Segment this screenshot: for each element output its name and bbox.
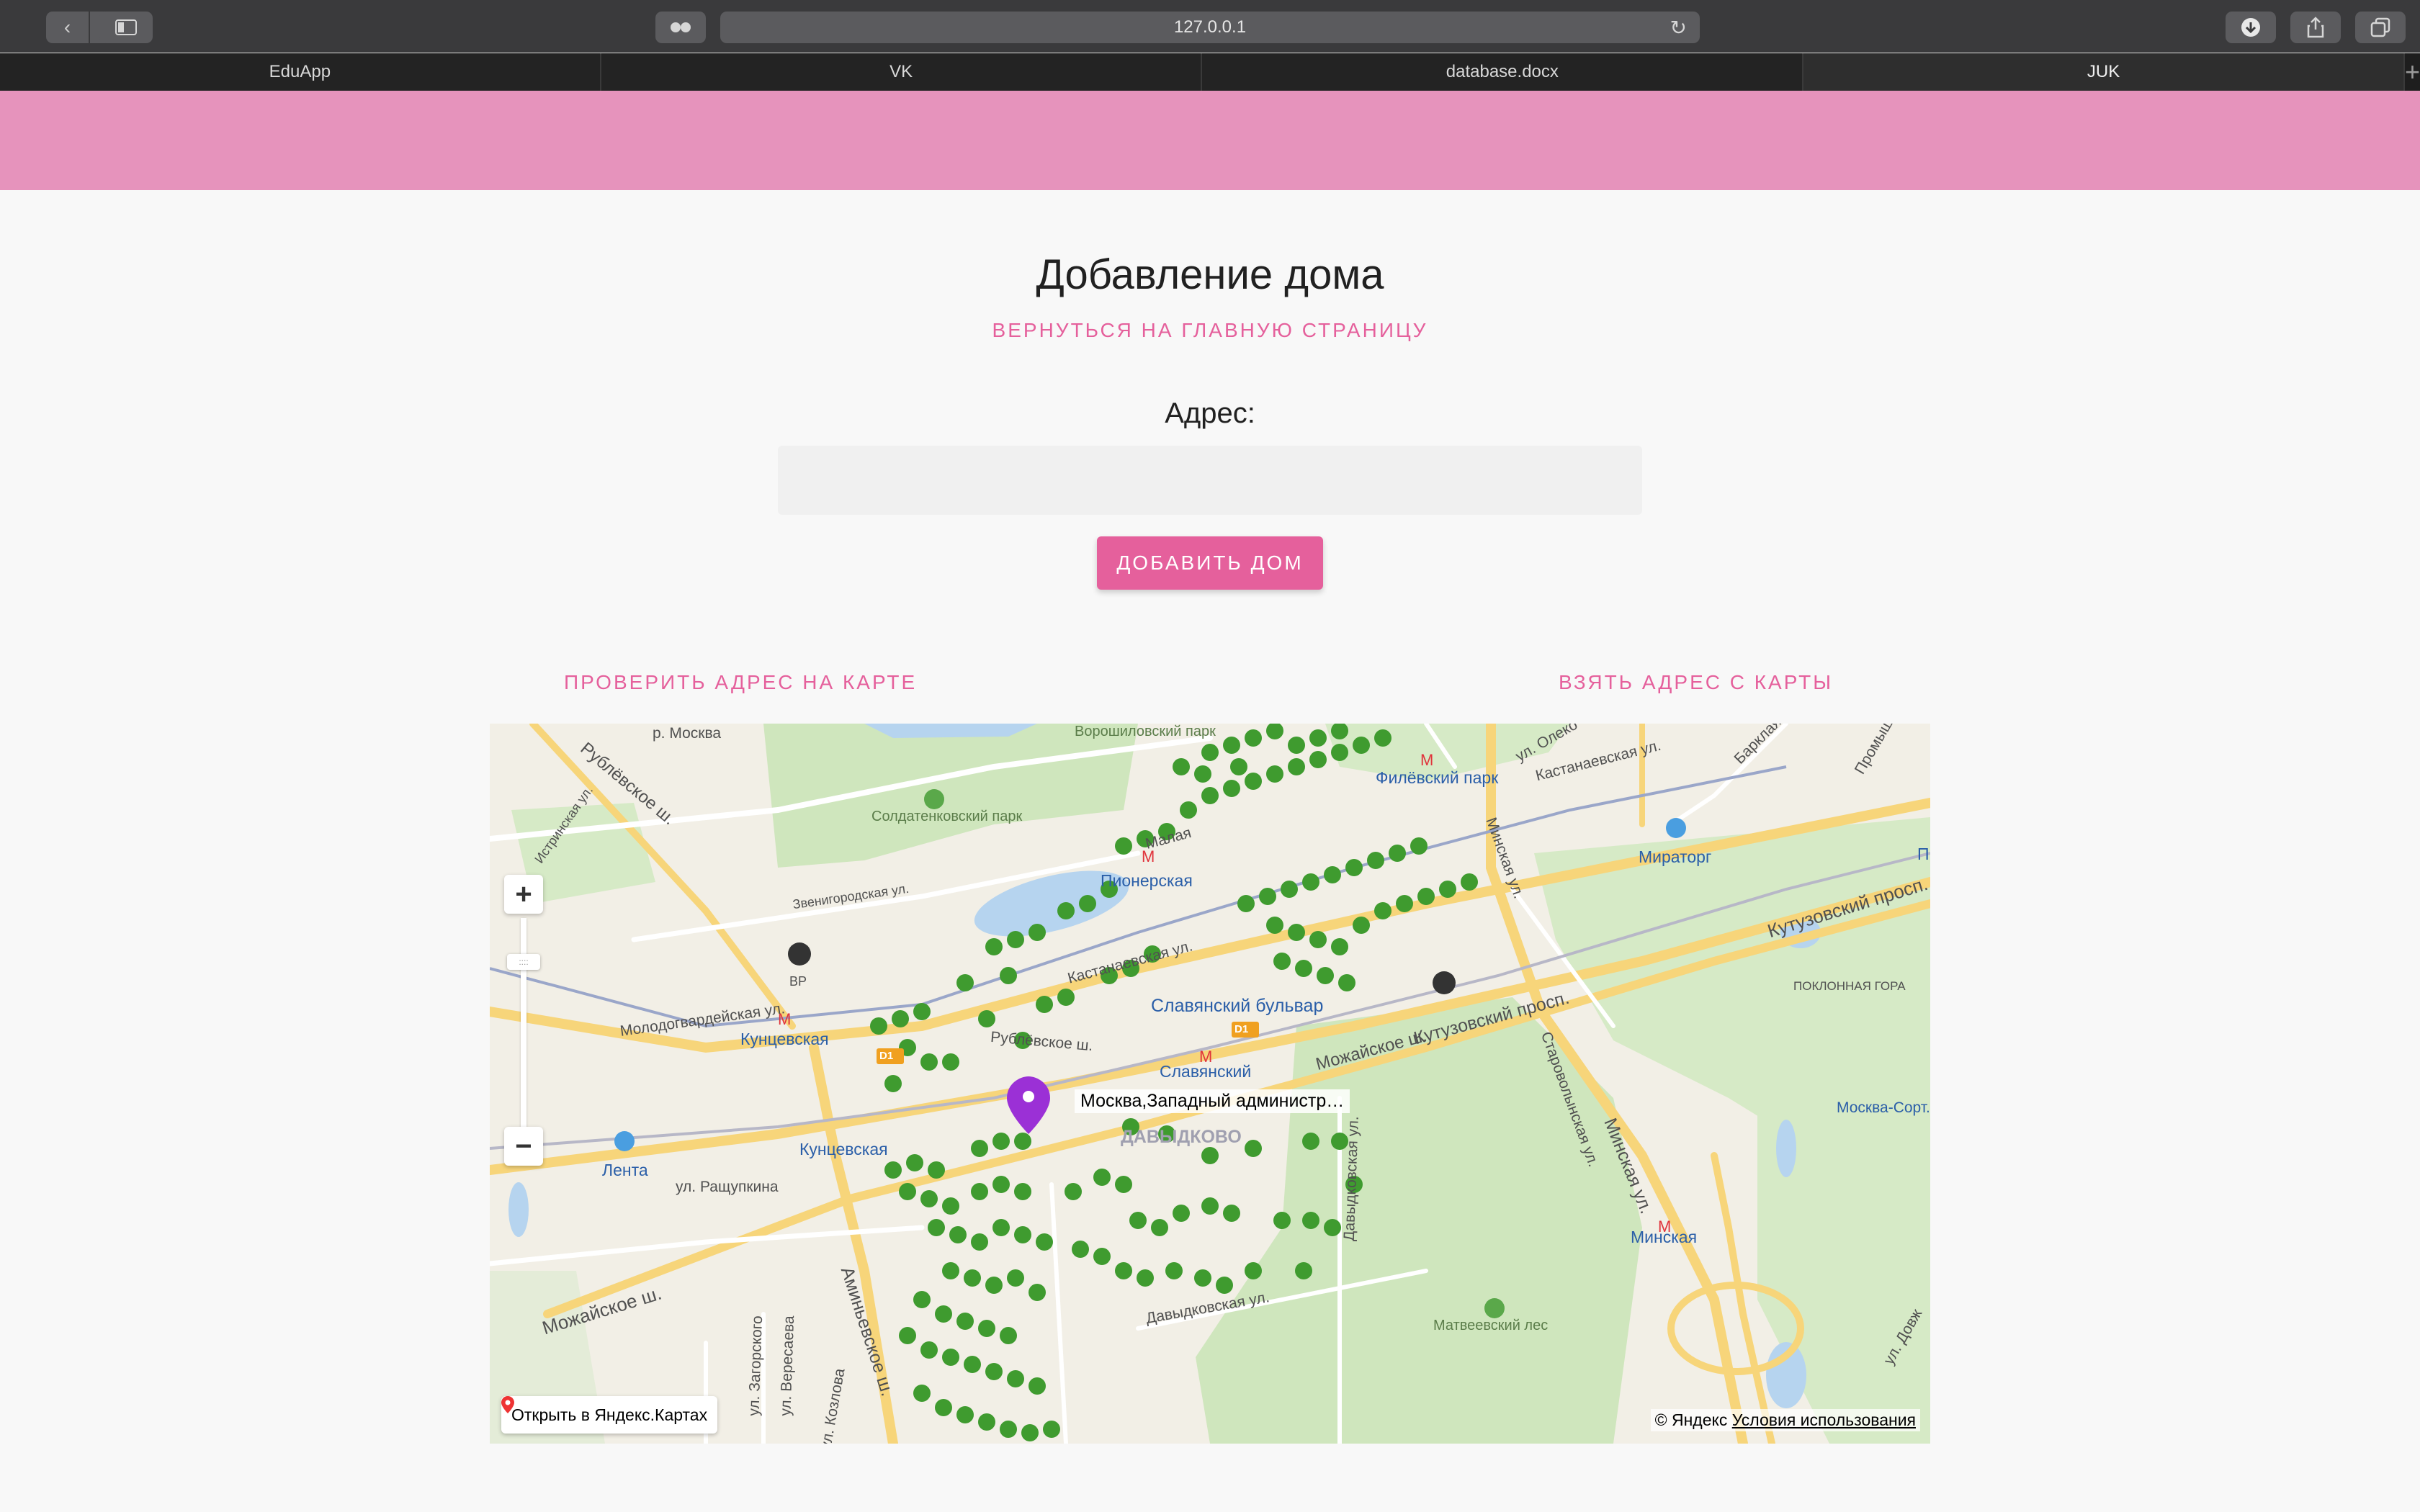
browser-toolbar: ‹ › 127.0.0.1 ↻: [0, 0, 2420, 53]
map-label-zagorskogo: ул. Загорского: [745, 1315, 766, 1417]
zoom-slider-thumb[interactable]: ::::: [507, 954, 540, 970]
map-label-pionerskaya: Пионерская: [1101, 871, 1193, 890]
yandex-map[interactable]: M M M M M р. Москва Ворошиловский парк С…: [490, 724, 1930, 1444]
map-label-soldatenkovsky-park: Солдатенковский парк: [871, 809, 1023, 824]
map-label-kievskaya: Москва-Сорт. Киевская: [1837, 1099, 1930, 1116]
map-label-matveevsky-les: Матвеевский лес: [1433, 1318, 1549, 1333]
sidebar-toggle-icon[interactable]: [99, 12, 153, 43]
back-to-main-link[interactable]: Вернуться на главную страницу: [0, 319, 2420, 342]
tab-vk[interactable]: VK: [601, 53, 1203, 91]
address-label: Адрес:: [1165, 397, 1255, 429]
share-icon[interactable]: [2290, 12, 2341, 43]
map-label-filevsky-park: Филёвский парк: [1376, 768, 1499, 787]
tab-database-docx[interactable]: database.docx: [1202, 53, 1804, 91]
tab-eduapp[interactable]: EduApp: [0, 53, 601, 91]
map-pin-icon: [501, 1396, 514, 1413]
map-label-slavyansky: Славянский: [1160, 1062, 1252, 1081]
address-input[interactable]: [778, 446, 1642, 515]
map-label-voroshilovsky-park: Ворошиловский парк: [1075, 724, 1216, 739]
location-marker-icon[interactable]: [1007, 1076, 1050, 1134]
map-label-miratorg: Мираторг: [1639, 847, 1712, 866]
url-text: 127.0.0.1: [1173, 17, 1247, 37]
new-tab-icon[interactable]: +: [2405, 53, 2420, 91]
map-label-d1-b: D1: [1234, 1023, 1249, 1035]
marker-address-label[interactable]: Москва,Западный администр…: [1075, 1089, 1350, 1113]
reload-icon[interactable]: ↻: [1670, 16, 1687, 40]
tab-bar: EduApp VK database.docx JUK +: [0, 53, 2420, 91]
map-label-moskva-river: р. Москва: [653, 725, 722, 742]
map-label-davydkovo: ДАВЫДКОВО: [1121, 1127, 1242, 1147]
map-label-d1-a: D1: [879, 1050, 894, 1062]
back-nav-icon[interactable]: ‹: [46, 12, 89, 43]
zoom-slider-track[interactable]: [521, 918, 526, 1141]
svg-text:M: M: [1420, 751, 1433, 769]
zoom-control: + :::: −: [504, 875, 543, 1184]
map-label-poklonnaya: ПОКЛОННАЯ ГОРА: [1793, 979, 1906, 993]
map-label-veresaeva: ул. Вересаева: [777, 1315, 798, 1417]
download-icon[interactable]: [2226, 12, 2276, 43]
tab-juk[interactable]: JUK: [1803, 53, 2405, 91]
check-address-on-map-link[interactable]: Проверить адрес на карте: [564, 671, 917, 694]
zoom-in-button[interactable]: +: [504, 875, 543, 914]
page-header-bar: [0, 91, 2420, 190]
map-label-kuntsevskaya-1: Кунцевская: [740, 1030, 829, 1048]
take-address-from-map-link[interactable]: Взять адрес с карты: [1559, 671, 1833, 694]
address-bar[interactable]: 127.0.0.1 ↻: [720, 12, 1700, 43]
open-in-yandex-maps-button[interactable]: Открыть в Яндекс.Картах: [501, 1396, 718, 1434]
map-label-kuntsevskaya-2: Кунцевская: [799, 1140, 888, 1158]
map-label-lenta: Лента: [602, 1161, 648, 1179]
map-canvas: M M M M M: [490, 724, 1930, 1444]
map-label-rashchupkina: ул. Ращупкина: [676, 1179, 779, 1195]
reader-icon[interactable]: [655, 12, 706, 43]
map-label-bp: ВР: [789, 974, 807, 989]
tabs-overview-icon[interactable]: [2355, 12, 2406, 43]
page-title: Добавление дома: [1036, 251, 1384, 298]
open-in-yandex-maps-label: Открыть в Яндекс.Картах: [511, 1405, 708, 1424]
copyright-text: © Яндекс: [1654, 1410, 1728, 1429]
map-label-p: П: [1917, 845, 1930, 863]
add-house-button[interactable]: Добавить дом: [1097, 536, 1323, 590]
terms-of-use-link[interactable]: Условия использования: [1732, 1410, 1916, 1429]
map-label-slavyansky-bulvar: Славянский бульвар: [1151, 996, 1324, 1016]
map-copyright: © Яндекс Условия использования: [1650, 1409, 1920, 1431]
map-label-minskaya-metro: Минская: [1631, 1228, 1698, 1246]
zoom-out-button[interactable]: −: [504, 1127, 543, 1166]
